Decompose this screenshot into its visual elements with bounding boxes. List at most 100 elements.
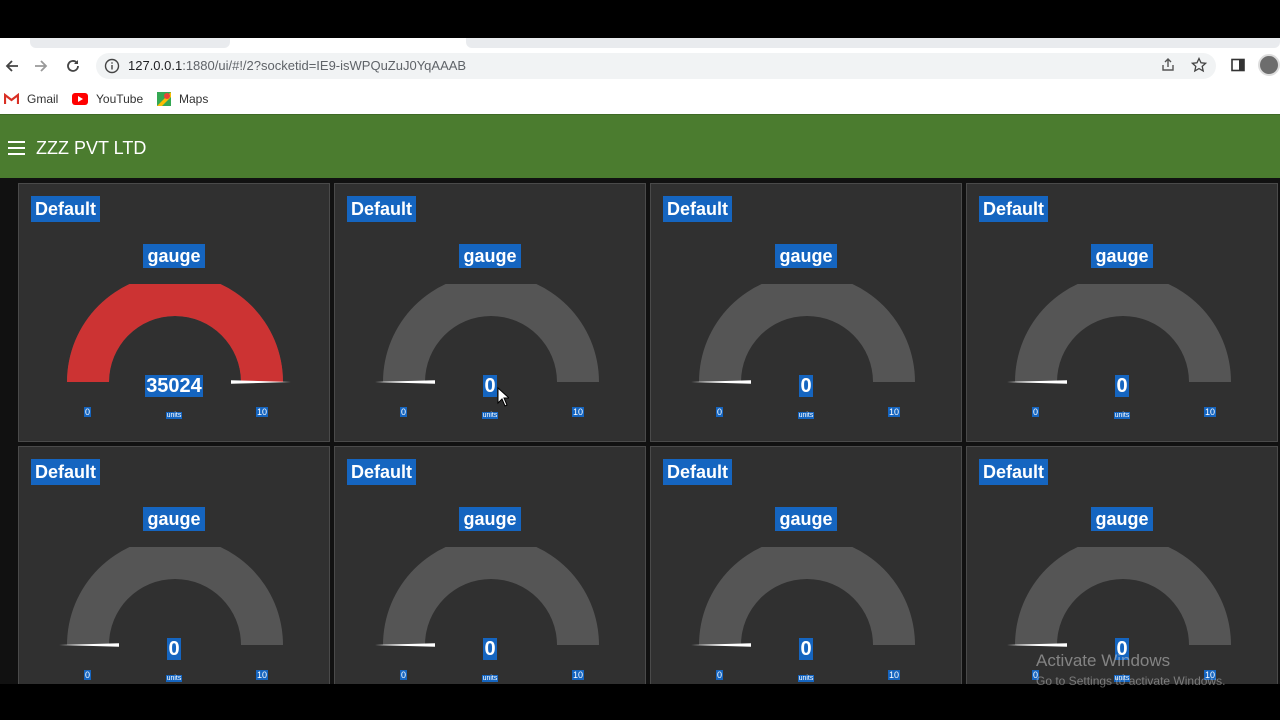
group-title: Default — [663, 459, 733, 485]
arrow-left-icon — [5, 60, 18, 72]
maps-icon — [157, 92, 171, 106]
gauge-card: Default gauge 0 units 0 10 — [966, 446, 1278, 684]
gauge-value-text: 0 — [483, 375, 497, 397]
gauge-min-label: 0 — [400, 402, 408, 420]
side-panel-icon — [1231, 58, 1245, 72]
gauge-units: units — [19, 404, 329, 422]
gauge-min-text: 0 — [1032, 407, 1040, 417]
gauge-title-text: gauge — [1091, 507, 1153, 531]
gauge-title-text: gauge — [459, 507, 521, 531]
gauge-min-text: 0 — [84, 407, 92, 417]
gauge-title-text: gauge — [459, 244, 521, 268]
side-panel-button[interactable] — [1227, 54, 1249, 76]
gauge-title: gauge — [335, 507, 645, 531]
gauge-max-label: 10 — [888, 402, 901, 420]
gauge-track — [1015, 547, 1231, 645]
arrow-right-icon — [35, 60, 48, 72]
group-title: Default — [979, 459, 1049, 485]
gauge-min-label: 0 — [400, 665, 408, 683]
gauge-units: units — [19, 667, 329, 684]
gauge-title: gauge — [651, 507, 961, 531]
menu-icon[interactable] — [8, 141, 25, 155]
gauge-value: 35024 — [19, 374, 329, 398]
gauge-min-text: 0 — [400, 670, 408, 680]
url-host: 127.0.0.1 — [128, 58, 183, 73]
bookmark-label: Maps — [179, 92, 209, 106]
gauge-title: gauge — [19, 244, 329, 268]
gauge-min-text: 0 — [716, 670, 724, 680]
gauge-card: Default gauge 0 units 0 10 — [18, 446, 330, 684]
bookmark-gmail[interactable]: Gmail — [4, 90, 58, 108]
profile-avatar[interactable] — [1258, 54, 1280, 76]
gauge-max-label: 10 — [256, 665, 269, 683]
forward-button[interactable] — [29, 54, 53, 78]
gauge-value-text: 35024 — [145, 375, 203, 397]
group-title: Default — [31, 459, 101, 485]
gauge-card: Default gauge 35024 units 0 10 — [18, 183, 330, 442]
gauge-track — [67, 547, 283, 645]
reload-button[interactable] — [61, 54, 85, 78]
bookmark-star-button[interactable] — [1188, 54, 1210, 76]
group-title: Default — [31, 196, 101, 222]
gauge-min-text: 0 — [84, 670, 92, 680]
reload-icon — [67, 60, 79, 72]
gauge-units: units — [651, 667, 961, 684]
gauge-title: gauge — [967, 244, 1277, 268]
gauge-value: 0 — [651, 637, 961, 661]
gauge-units-text: units — [797, 412, 815, 419]
gauge-card: Default gauge 0 units 0 10 — [650, 446, 962, 684]
gauge-track — [383, 547, 599, 645]
gauge-max-label: 10 — [1204, 402, 1217, 420]
gauge-min-text: 0 — [716, 407, 724, 417]
gauge-title-text: gauge — [143, 244, 205, 268]
browser-tab[interactable] — [30, 38, 230, 48]
url-path: :1880/ui/#!/2?socketid=IE9-isWPQuZuJ0YqA… — [182, 58, 467, 73]
gauge-units: units — [335, 667, 645, 684]
gauge-units-text: units — [1113, 412, 1131, 419]
gauge-fill — [67, 284, 283, 382]
gauge-units: units — [651, 404, 961, 422]
url-text[interactable]: 127.0.0.1:1880/ui/#!/2?socketid=IE9-isWP… — [128, 58, 466, 73]
screen-top-bar — [0, 0, 1280, 38]
gauge-units: units — [335, 404, 645, 422]
gauge-min-label: 0 — [1032, 402, 1040, 420]
activation-watermark: Activate Windows — [1036, 651, 1171, 670]
gauge-value: 0 — [335, 374, 645, 398]
gauge-min-label: 0 — [84, 402, 92, 420]
activation-watermark-hint: Go to Settings to activate Windows. — [1036, 674, 1226, 688]
dashboard-content: Default gauge 35024 units 0 10 Default g… — [0, 178, 1280, 684]
share-button[interactable] — [1157, 54, 1179, 76]
gmail-icon — [4, 93, 19, 104]
gauge-min-label: 0 — [716, 402, 724, 420]
page-title: ZZZ PVT LTD — [36, 138, 147, 158]
bookmark-youtube[interactable]: YouTube — [72, 90, 143, 108]
gauge-max-text: 10 — [572, 670, 585, 680]
mouse-cursor-icon — [497, 387, 509, 407]
gauge-title-text: gauge — [775, 507, 837, 531]
bookmark-label: Gmail — [27, 92, 59, 106]
gauge-card: Default gauge 0 units 0 10 — [966, 183, 1278, 442]
address-bar[interactable]: 127.0.0.1:1880/ui/#!/2?socketid=IE9-isWP… — [96, 53, 1216, 79]
gauge-value-text: 0 — [1115, 375, 1129, 397]
info-icon[interactable] — [104, 58, 120, 74]
group-title: Default — [979, 196, 1049, 222]
gauge-card: Default gauge 0 units 0 10 — [650, 183, 962, 442]
group-title: Default — [347, 459, 417, 485]
browser-tab[interactable] — [466, 38, 1280, 48]
gauge-title: gauge — [967, 507, 1277, 531]
gauge-units: units — [967, 404, 1277, 422]
gauge-units-text: units — [797, 675, 815, 682]
gauge-title: gauge — [19, 507, 329, 531]
gauge-title-text: gauge — [1091, 244, 1153, 268]
bookmark-maps[interactable]: Maps — [157, 90, 208, 108]
youtube-icon — [72, 93, 88, 105]
gauge-min-label: 0 — [84, 665, 92, 683]
bookmarks-bar: Gmail YouTube Maps — [0, 84, 1280, 114]
gauge-value: 0 — [651, 374, 961, 398]
gauge-card: Default gauge 0 units 0 10 — [334, 446, 646, 684]
gauge-max-label: 10 — [572, 402, 585, 420]
back-button[interactable] — [0, 54, 24, 78]
gauge-units-text: units — [481, 412, 499, 419]
gauge-max-text: 10 — [888, 670, 901, 680]
gauge-title-text: gauge — [143, 507, 205, 531]
